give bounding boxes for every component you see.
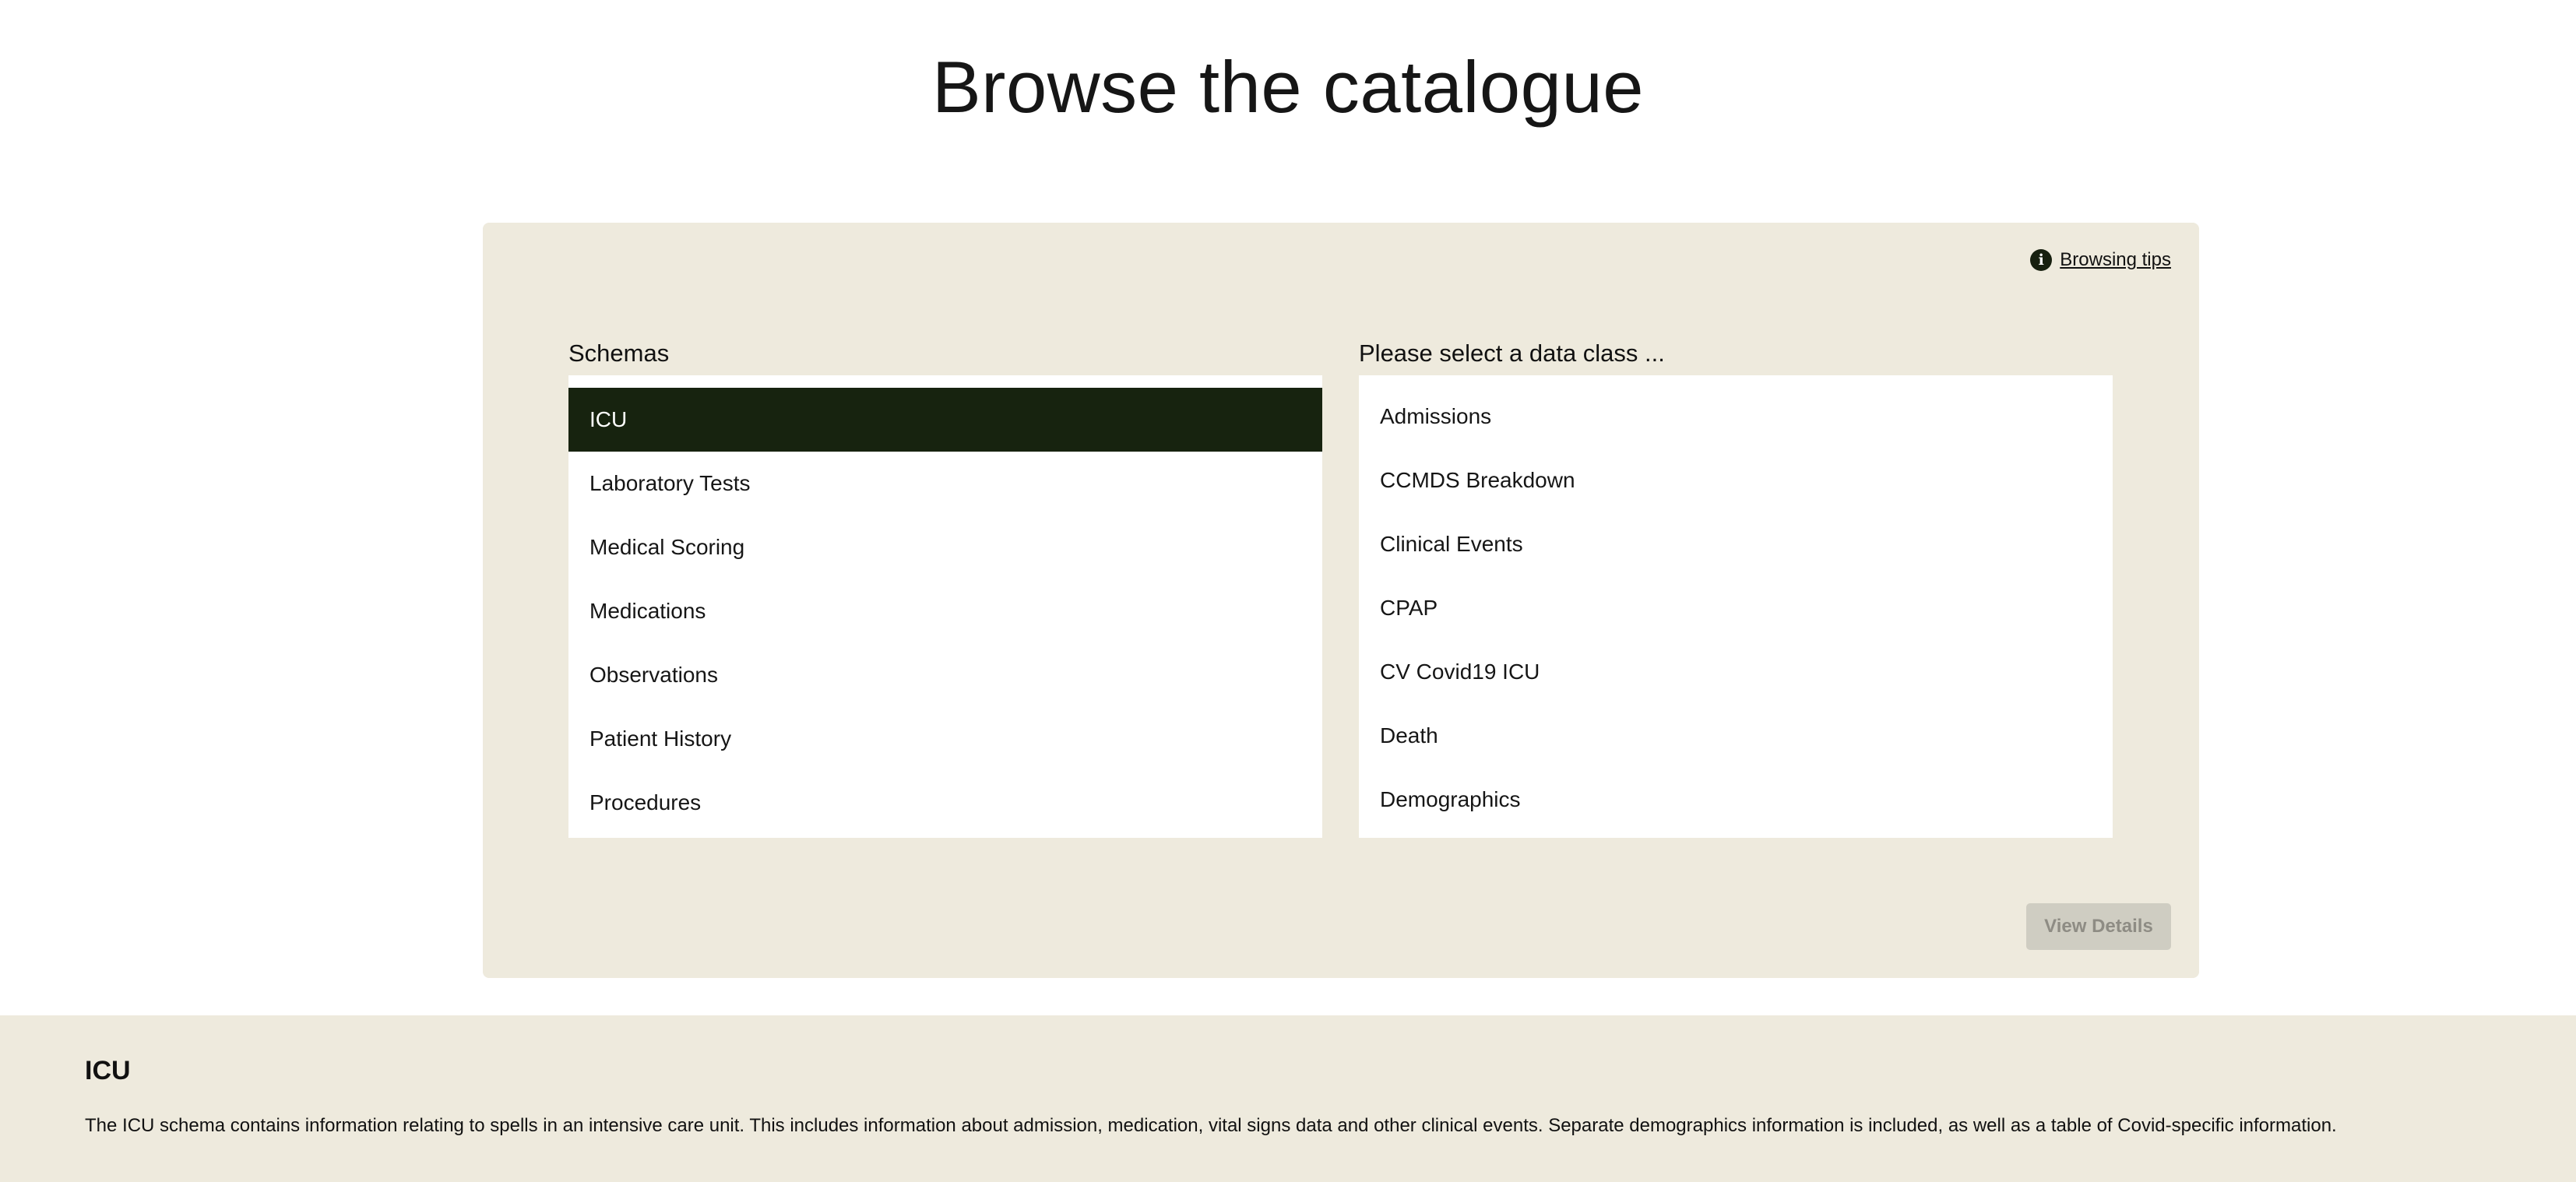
schemas-list[interactable]: ICU Laboratory Tests Medical Scoring Medica… bbox=[568, 375, 1322, 838]
data-class-list[interactable]: Admissions CCMDS Breakdown Clinical Events… bbox=[1359, 375, 2113, 838]
schema-list-item[interactable]: Observations bbox=[568, 643, 1322, 707]
schema-list-item[interactable]: Procedures bbox=[568, 771, 1322, 835]
schema-list-item[interactable]: Patient History bbox=[568, 707, 1322, 771]
selected-schema-title: ICU bbox=[85, 1056, 131, 1085]
schema-list-item[interactable]: Medical Scoring bbox=[568, 515, 1322, 579]
schema-list-item[interactable]: ICU bbox=[568, 388, 1322, 452]
data-class-list-item[interactable]: CCMDS Breakdown bbox=[1359, 449, 2113, 512]
page-title: Browse the catalogue bbox=[931, 46, 1644, 128]
schema-list-item[interactable]: Laboratory Tests bbox=[568, 452, 1322, 515]
page: Browse the catalogue i Browsing tips Sch… bbox=[0, 0, 2576, 1182]
data-class-list-item[interactable]: Clinical Events bbox=[1359, 512, 2113, 576]
data-class-list-item[interactable]: Death bbox=[1359, 704, 2113, 768]
schema-list-item[interactable]: Medications bbox=[568, 579, 1322, 643]
browsing-tips-label: Browsing tips bbox=[2060, 249, 2171, 270]
browsing-tips-link[interactable]: i Browsing tips bbox=[2030, 249, 2171, 271]
info-icon: i bbox=[2030, 249, 2053, 271]
selected-schema-description: The ICU schema contains information rela… bbox=[85, 1115, 2337, 1136]
catalogue-browser-panel: i Browsing tips Schemas ICU Laboratory Te… bbox=[483, 223, 2199, 978]
data-class-list-item[interactable]: CV Covid19 ICU bbox=[1359, 640, 2113, 704]
data-class-list-item[interactable]: CPAP bbox=[1359, 576, 2113, 640]
data-class-list-item[interactable]: Admissions bbox=[1359, 385, 2113, 449]
data-class-list-item[interactable]: Demographics bbox=[1359, 768, 2113, 832]
view-details-button[interactable]: View Details bbox=[2026, 903, 2171, 950]
schemas-heading: Schemas bbox=[568, 339, 670, 367]
schema-details-footer: ICU The ICU schema contains information … bbox=[0, 1015, 2576, 1182]
data-class-heading: Please select a data class ... bbox=[1359, 339, 1665, 367]
